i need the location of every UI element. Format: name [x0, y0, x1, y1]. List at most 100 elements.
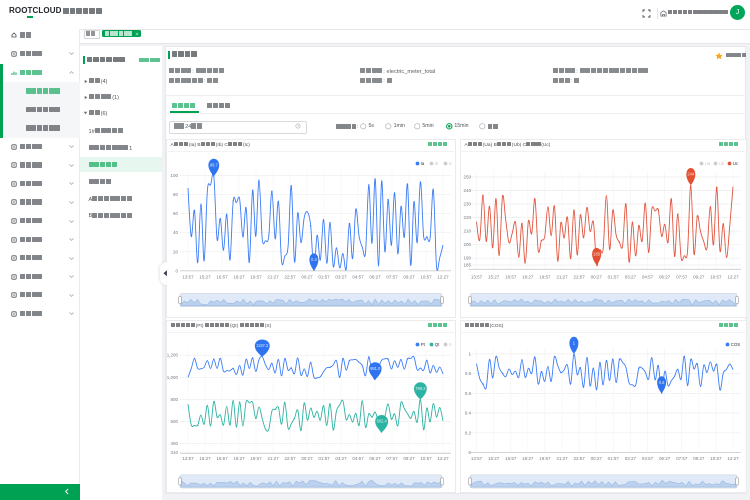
svg-text:10:57: 10:57: [420, 456, 432, 461]
svg-text:18:27: 18:27: [522, 456, 534, 461]
svg-text:12:27: 12:27: [437, 274, 449, 279]
svg-text:13:57: 13:57: [182, 456, 194, 461]
svg-text:1,000: 1,000: [167, 375, 179, 380]
svg-text:16:57: 16:57: [505, 274, 517, 279]
svg-text:22:57: 22:57: [284, 456, 296, 461]
svg-text:1187.2: 1187.2: [256, 343, 269, 348]
svg-text:16:57: 16:57: [216, 274, 228, 279]
svg-text:19:57: 19:57: [539, 274, 551, 279]
svg-text:0.8: 0.8: [465, 371, 472, 376]
svg-text:0.6: 0.6: [465, 391, 472, 396]
svg-text:10:57: 10:57: [420, 274, 432, 279]
svg-text:21:27: 21:27: [556, 274, 568, 279]
svg-text:799.2: 799.2: [415, 386, 426, 391]
svg-text:01:57: 01:57: [608, 456, 620, 461]
svg-text:18:27: 18:27: [522, 274, 534, 279]
svg-text:15:27: 15:27: [199, 274, 211, 279]
svg-text:04:57: 04:57: [352, 274, 364, 279]
svg-text:S: S: [449, 342, 452, 347]
svg-text:03:27: 03:27: [335, 456, 347, 461]
svg-text:Uc: Uc: [733, 161, 739, 166]
svg-text:09:27: 09:27: [693, 456, 705, 461]
svg-text:21:27: 21:27: [267, 274, 279, 279]
svg-text:Ia: Ia: [421, 161, 425, 166]
svg-text:0.3: 0.3: [311, 257, 317, 262]
svg-text:01:57: 01:57: [318, 274, 330, 279]
svg-text:13:57: 13:57: [471, 274, 483, 279]
svg-text:0.2: 0.2: [465, 430, 472, 435]
svg-text:Qt: Qt: [435, 342, 440, 347]
svg-text:00:27: 00:27: [301, 274, 313, 279]
svg-text:16:57: 16:57: [216, 456, 228, 461]
svg-text:COS: COS: [731, 342, 741, 347]
svg-text:15:27: 15:27: [488, 456, 500, 461]
svg-text:03:27: 03:27: [335, 274, 347, 279]
svg-text:Ua: Ua: [705, 161, 711, 166]
svg-text:09:27: 09:27: [693, 274, 705, 279]
svg-text:502.4: 502.4: [377, 419, 388, 424]
svg-text:18:27: 18:27: [233, 456, 245, 461]
svg-text:04:57: 04:57: [352, 456, 364, 461]
svg-text:03:27: 03:27: [625, 456, 637, 461]
svg-text:09:27: 09:27: [403, 274, 415, 279]
svg-text:99.7: 99.7: [210, 162, 219, 167]
svg-text:22:57: 22:57: [573, 274, 585, 279]
svg-text:185: 185: [593, 252, 601, 257]
svg-text:13:57: 13:57: [471, 456, 483, 461]
svg-text:190: 190: [463, 256, 471, 261]
svg-text:10:57: 10:57: [710, 456, 722, 461]
svg-text:Ib: Ib: [435, 161, 439, 166]
svg-text:16:57: 16:57: [505, 456, 517, 461]
svg-text:15:27: 15:27: [488, 274, 500, 279]
svg-text:800: 800: [170, 397, 178, 402]
svg-text:250: 250: [463, 175, 471, 180]
svg-text:12:27: 12:27: [437, 456, 449, 461]
svg-text:80: 80: [173, 192, 179, 197]
svg-text:200: 200: [463, 242, 471, 247]
svg-text:22:57: 22:57: [573, 456, 585, 461]
svg-text:19:57: 19:57: [539, 456, 551, 461]
svg-text:19:57: 19:57: [250, 274, 262, 279]
svg-text:Pt: Pt: [421, 342, 426, 347]
svg-text:12:27: 12:27: [727, 274, 739, 279]
svg-text:00:27: 00:27: [301, 456, 313, 461]
svg-text:06:27: 06:27: [369, 456, 381, 461]
svg-text:1,200: 1,200: [167, 353, 179, 358]
svg-text:310: 310: [170, 450, 178, 455]
svg-text:185: 185: [463, 263, 471, 268]
svg-text:18:27: 18:27: [233, 274, 245, 279]
svg-text:06:27: 06:27: [659, 456, 671, 461]
svg-text:600: 600: [170, 419, 178, 424]
svg-text:15:27: 15:27: [199, 456, 211, 461]
svg-text:400: 400: [170, 441, 178, 446]
svg-text:981.0: 981.0: [370, 366, 381, 371]
svg-text:00:27: 00:27: [591, 274, 603, 279]
svg-text:230: 230: [463, 202, 471, 207]
svg-text:Ic: Ic: [449, 161, 453, 166]
svg-text:06:27: 06:27: [369, 274, 381, 279]
svg-text:07:57: 07:57: [676, 456, 688, 461]
svg-text:100: 100: [170, 173, 178, 178]
svg-text:07:57: 07:57: [386, 456, 398, 461]
svg-text:Ub: Ub: [719, 161, 725, 166]
svg-text:00:27: 00:27: [591, 456, 603, 461]
svg-text:220: 220: [463, 215, 471, 220]
svg-text:04:57: 04:57: [642, 274, 654, 279]
svg-text:01:57: 01:57: [608, 274, 620, 279]
svg-text:244: 244: [687, 172, 695, 177]
svg-text:40: 40: [173, 230, 179, 235]
svg-text:13:57: 13:57: [182, 274, 194, 279]
svg-text:03:27: 03:27: [625, 274, 637, 279]
svg-text:07:57: 07:57: [676, 274, 688, 279]
svg-text:06:27: 06:27: [659, 274, 671, 279]
svg-text:01:57: 01:57: [318, 456, 330, 461]
svg-text:21:27: 21:27: [267, 456, 279, 461]
svg-text:10:57: 10:57: [710, 274, 722, 279]
svg-text:20: 20: [173, 249, 179, 254]
svg-text:04:57: 04:57: [642, 456, 654, 461]
svg-text:07:57: 07:57: [386, 274, 398, 279]
svg-text:240: 240: [463, 188, 471, 193]
svg-text:12:27: 12:27: [727, 456, 739, 461]
svg-text:21:27: 21:27: [556, 456, 568, 461]
svg-text:0.4: 0.4: [465, 411, 472, 416]
